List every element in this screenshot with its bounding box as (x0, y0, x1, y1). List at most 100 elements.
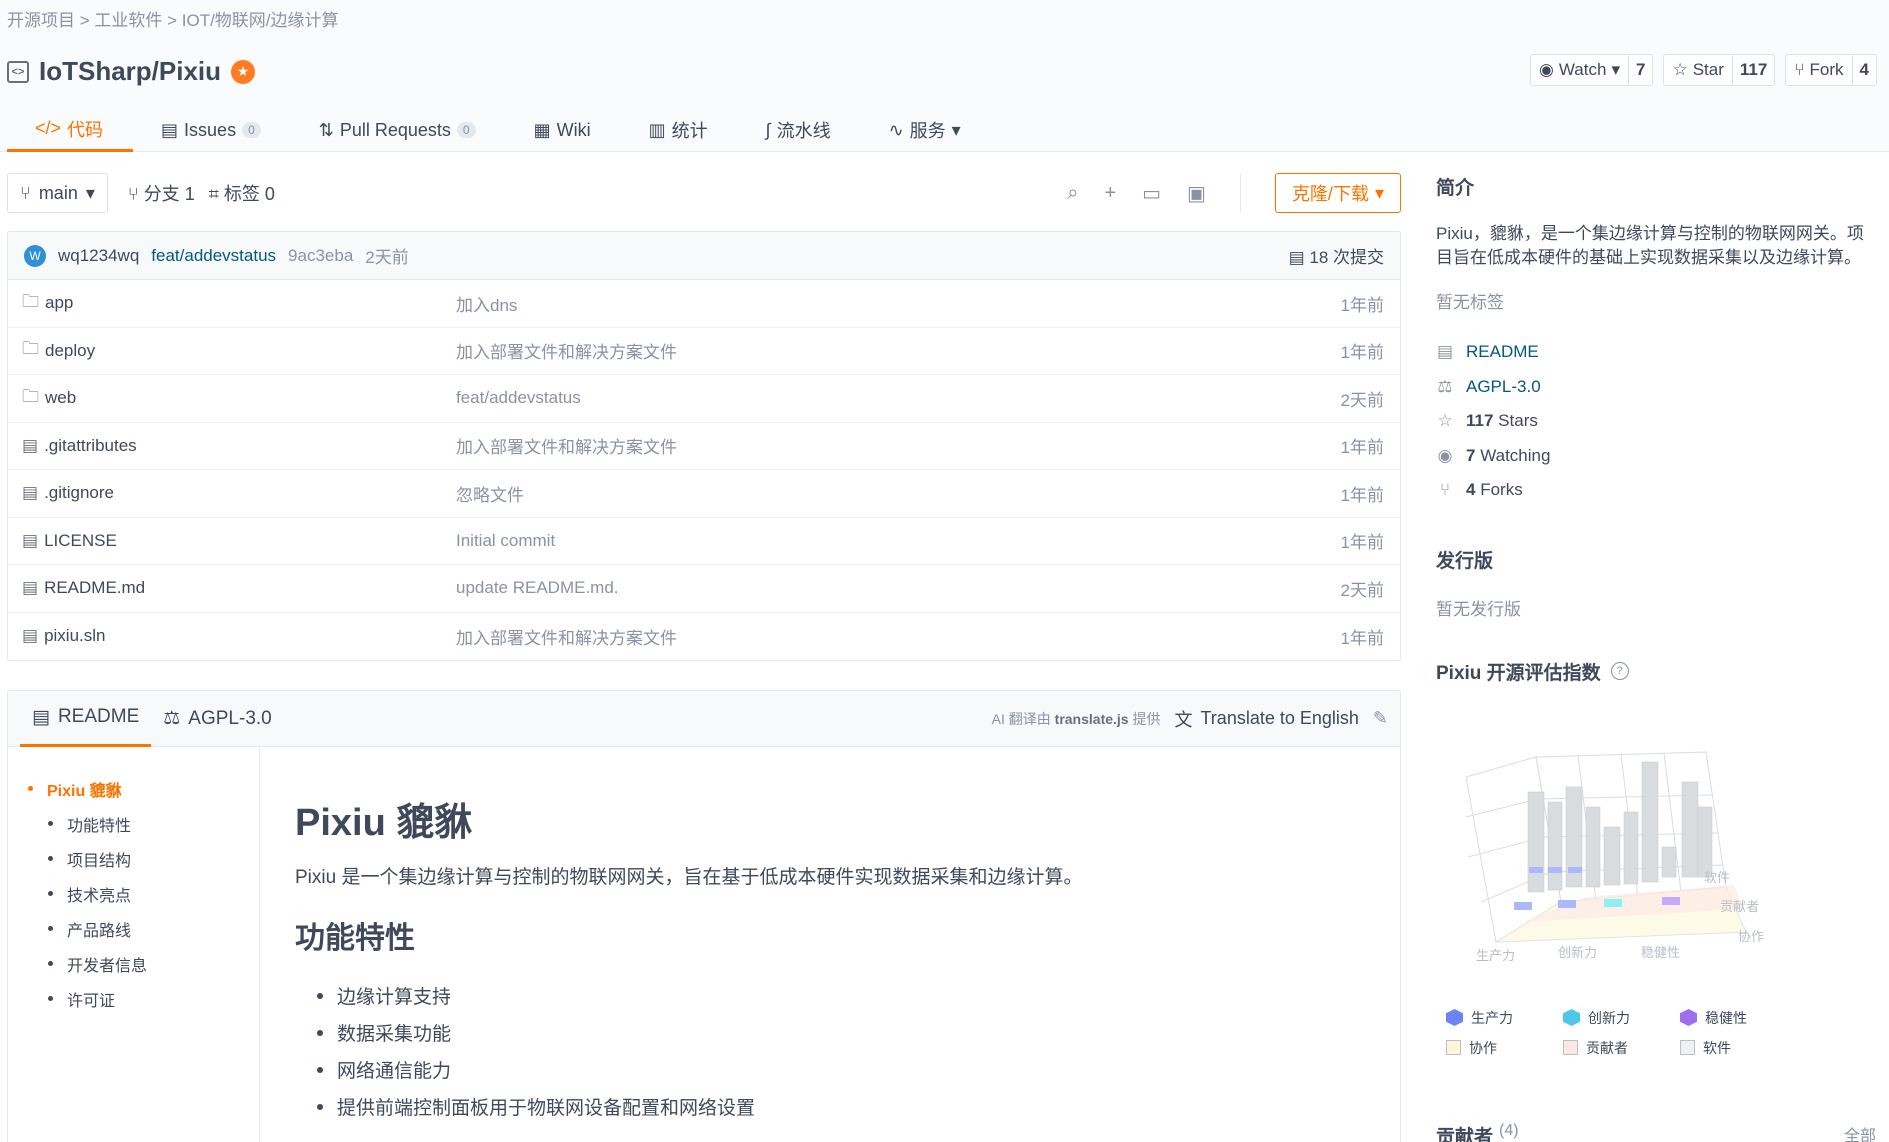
file-row[interactable]: ▤ .gitignore 忽略文件 1年前 (8, 470, 1400, 518)
file-commit-message[interactable]: Initial commit (456, 531, 1341, 551)
commit-sha[interactable]: 9ac3eba (288, 246, 353, 266)
tab-code[interactable]: </> 代码 (7, 108, 134, 152)
commit-count-link[interactable]: ▤ 18 次提交 (1289, 243, 1384, 268)
translate-button[interactable]: 文 Translate to English (1174, 706, 1358, 732)
avatar[interactable]: W (24, 244, 46, 267)
tab-pipeline[interactable]: ∫ 流水线 (738, 108, 861, 152)
file-name[interactable]: app (45, 293, 73, 313)
file-name[interactable]: pixiu.sln (44, 626, 105, 646)
file-commit-message[interactable]: 加入部署文件和解决方案文件 (456, 338, 1341, 363)
legend-item[interactable]: 稳健性 (1680, 1008, 1797, 1028)
breadcrumb-item[interactable]: 开源项目 (7, 11, 75, 30)
file-row[interactable]: ▤ LICENSE Initial commit 1年前 (8, 518, 1400, 565)
fork-button[interactable]: ⑂ Fork 4 (1785, 54, 1877, 86)
toc-item[interactable]: 功能特性 (28, 806, 259, 841)
repo-actions: ◉ Watch ▾ 7 ☆ Star 117 ⑂ Fork 4 (1530, 54, 1877, 86)
sidebar-link-agpl-3-0[interactable]: ⚖ AGPL-3.0 (1436, 370, 1876, 405)
file-name[interactable]: .gitignore (44, 483, 114, 503)
file-commit-time: 1年前 (1340, 628, 1384, 648)
file-row[interactable]: ▤ pixiu.sln 加入部署文件和解决方案文件 1年前 (8, 613, 1400, 661)
tab-stats[interactable]: ▥ 统计 (621, 108, 738, 152)
webide-icon[interactable]: ▭ (1142, 181, 1161, 206)
stat-number: 4 (1466, 480, 1476, 500)
repo-name[interactable]: IoTSharp/Pixiu (39, 56, 221, 87)
search-icon[interactable]: ⌕ (1067, 182, 1078, 205)
translate-label: Translate to English (1200, 708, 1359, 728)
branch-meta: ⑂ 分支 1 ⌗ 标签 0 (128, 180, 275, 206)
stat-number: 117 (1466, 411, 1494, 431)
contributors-all-link[interactable]: 全部 (1844, 1122, 1876, 1142)
toc-item[interactable]: 许可证 (28, 981, 259, 1016)
bar-cell (1568, 866, 1582, 873)
toc-item[interactable]: 开发者信息 (28, 946, 259, 981)
tab-readme[interactable]: ▤ README (20, 691, 152, 747)
translate-lib[interactable]: translate.js (1055, 711, 1129, 727)
toc-item[interactable]: 产品路线 (28, 911, 259, 946)
commit-author[interactable]: wq1234wq (58, 246, 139, 266)
medal-icon[interactable]: ★ (231, 59, 256, 84)
commit-message[interactable]: feat/addevstatus (151, 246, 276, 266)
legend-label: 稳健性 (1705, 1009, 1747, 1026)
watch-count[interactable]: 7 (1629, 55, 1652, 85)
add-file-icon[interactable]: + (1104, 182, 1116, 205)
file-name[interactable]: .gitattributes (44, 436, 137, 456)
branch-selector[interactable]: ⑂ main ▾ (7, 173, 108, 213)
repo-tabs: </> 代码 ▤ Issues 0 ⇅ Pull Requests 0 ▦ Wiki ▥ 统计… (7, 108, 991, 152)
help-icon[interactable]: ? (1610, 662, 1629, 680)
fork-count[interactable]: 4 (1853, 55, 1876, 85)
file-row[interactable]: ▤ README.md update README.md. 2天前 (8, 565, 1400, 613)
file-tools: ⌕ + ▭ ▣ 克隆/下载 ▾ (1067, 173, 1401, 213)
bar-col (1697, 806, 1713, 877)
breadcrumb-item[interactable]: IOT/物联网/边缘计算 (182, 11, 339, 30)
breadcrumb-item[interactable]: 工业软件 (94, 11, 162, 30)
toc-item[interactable]: Pixiu 貔貅 (28, 771, 259, 806)
legend-item[interactable]: 软件 (1680, 1038, 1797, 1058)
file-row[interactable]: ▤ .gitattributes 加入部署文件和解决方案文件 1年前 (8, 423, 1400, 470)
file-commit-message[interactable]: 加入部署文件和解决方案文件 (456, 433, 1341, 458)
file-name[interactable]: README.md (44, 578, 145, 598)
file-row[interactable]: 🗀 web feat/addevstatus 2天前 (8, 375, 1400, 423)
sidebar-link-forks[interactable]: ⑂ 4 Forks (1436, 473, 1876, 508)
legend-label: 创新力 (1588, 1009, 1630, 1026)
repo-title: <> IoTSharp/Pixiu ★ (7, 56, 256, 87)
file-name[interactable]: LICENSE (44, 531, 117, 551)
clone-download-button[interactable]: 克隆/下载 ▾ (1274, 173, 1401, 213)
legend-item[interactable]: 创新力 (1563, 1008, 1680, 1028)
star-count[interactable]: 117 (1733, 55, 1774, 85)
tab-label: 代码 (67, 119, 104, 140)
watch-button[interactable]: ◉ Watch ▾ 7 (1530, 54, 1654, 86)
bar-cell (1548, 866, 1562, 873)
file-name[interactable]: web (45, 388, 76, 408)
legend-item[interactable]: 贡献者 (1563, 1038, 1680, 1058)
stat-number: 7 (1466, 445, 1476, 465)
edit-icon[interactable]: ✎ (1373, 708, 1388, 729)
file-commit-message[interactable]: 加入部署文件和解决方案文件 (456, 624, 1341, 649)
legend-swatch (1446, 1040, 1461, 1055)
tab-service[interactable]: ∿ 服务 ▾ (861, 108, 991, 152)
file-row[interactable]: 🗀 app 加入dns 1年前 (8, 280, 1400, 328)
file-row[interactable]: 🗀 deploy 加入部署文件和解决方案文件 1年前 (8, 328, 1400, 375)
legend-item[interactable]: 生产力 (1446, 1008, 1563, 1028)
tab-issues[interactable]: ▤ Issues 0 (133, 108, 291, 152)
file-icon: ▤ (22, 483, 39, 503)
tab-wiki[interactable]: ▦ Wiki (506, 108, 621, 152)
file-commit-message[interactable]: feat/addevstatus (456, 388, 1341, 408)
file-commit-message[interactable]: update README.md. (456, 578, 1341, 598)
sidebar-link-readme[interactable]: ▤ README (1436, 335, 1876, 370)
branches-link[interactable]: ⑂ 分支 1 (128, 180, 195, 206)
file-commit-message[interactable]: 忽略文件 (456, 481, 1341, 506)
file-commit-time: 1年前 (1340, 295, 1384, 315)
axis-label-y: 贡献者 (1720, 899, 1759, 914)
sidebar-link-stars[interactable]: ☆ 117 Stars (1436, 404, 1876, 439)
file-name[interactable]: deploy (45, 341, 95, 361)
toc-item[interactable]: 项目结构 (28, 841, 259, 876)
tags-link[interactable]: ⌗ 标签 0 (209, 180, 275, 206)
star-button[interactable]: ☆ Star 117 (1663, 54, 1776, 86)
legend-item[interactable]: 协作 (1446, 1038, 1563, 1058)
tab-license[interactable]: ⚖ AGPL-3.0 (151, 691, 283, 747)
comment-icon[interactable]: ▣ (1187, 181, 1206, 206)
sidebar-link-watching[interactable]: ◉ 7 Watching (1436, 439, 1876, 474)
file-commit-message[interactable]: 加入dns (456, 291, 1341, 316)
toc-item[interactable]: 技术亮点 (28, 876, 259, 911)
tab-pull-requests[interactable]: ⇅ Pull Requests 0 (291, 108, 506, 152)
